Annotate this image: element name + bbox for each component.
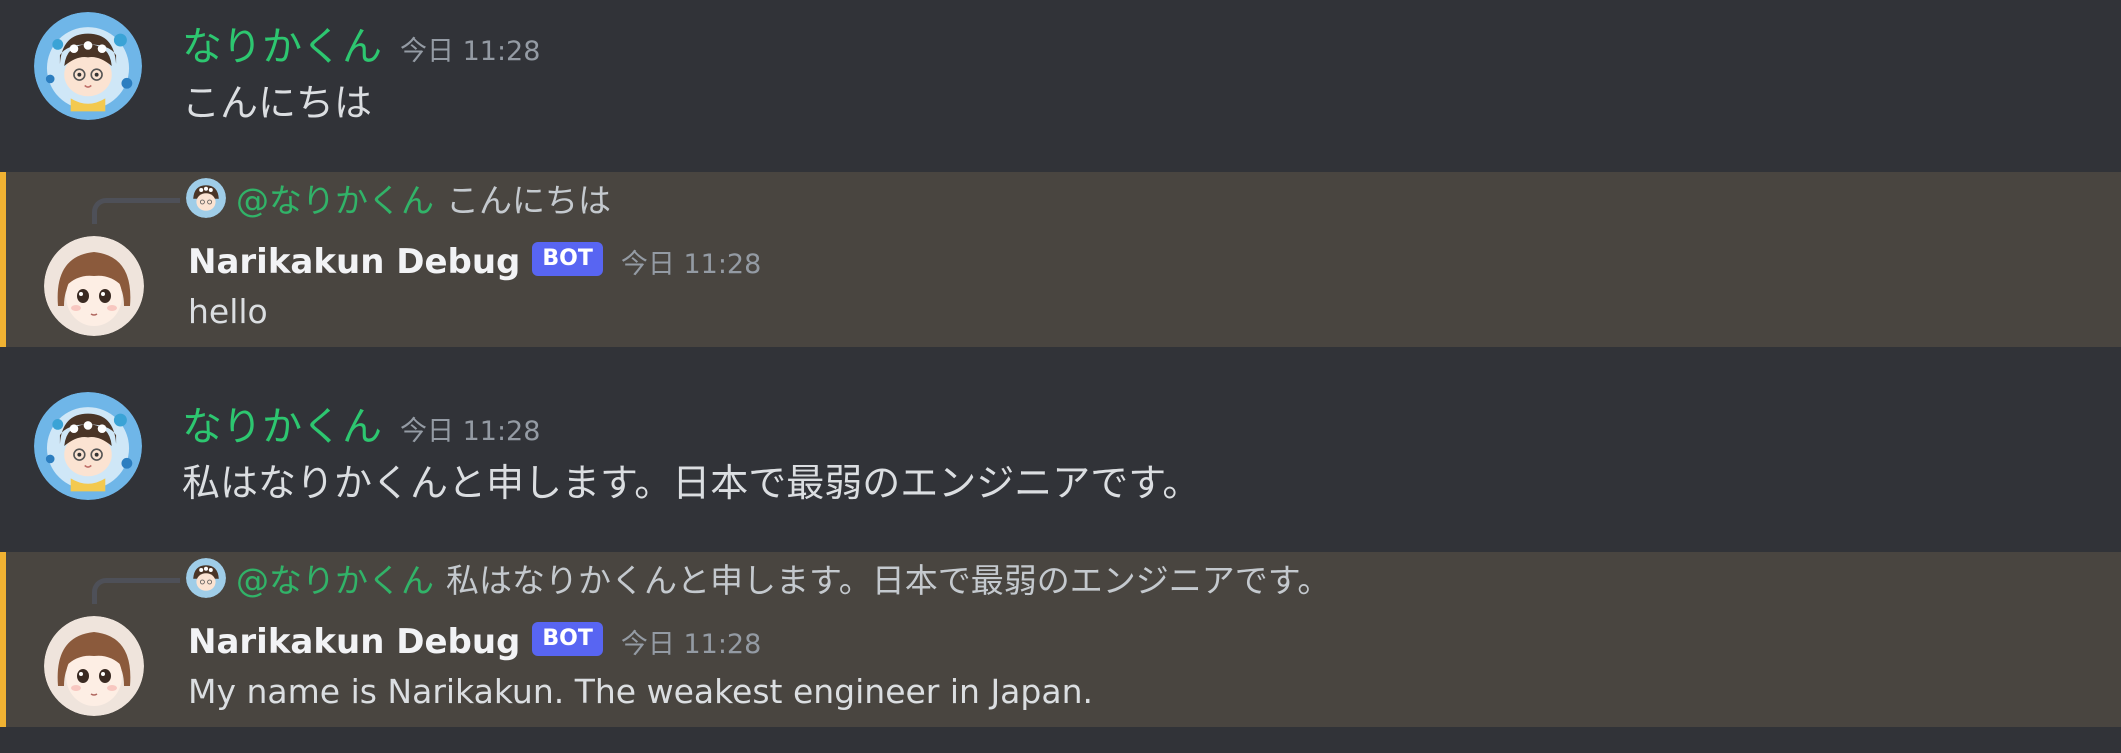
timestamp[interactable]: 今日 11:28: [621, 242, 761, 281]
message-content: 私はなりかくんと申します。日本で最弱のエンジニアです。: [182, 461, 1201, 505]
timestamp[interactable]: 今日 11:28: [400, 29, 540, 68]
reply-preview[interactable]: @なりかくん 私はなりかくんと申します。日本で最弱のエンジニアです。: [186, 556, 1330, 600]
message-content: hello: [188, 292, 268, 331]
reply-spine: [92, 198, 180, 224]
message-item: @なりかくん こんにちは Narikakun Debug BOT 今日 11:2…: [0, 172, 2121, 347]
bot-avatar[interactable]: [44, 236, 144, 336]
message-header: なりかくん 今日 11:28: [182, 394, 540, 452]
reply-avatar: [186, 558, 226, 598]
timestamp[interactable]: 今日 11:28: [621, 622, 761, 661]
username[interactable]: なりかくん: [182, 394, 382, 452]
bot-tag: BOT: [532, 622, 603, 656]
message-header: Narikakun Debug BOT 今日 11:28: [188, 242, 761, 284]
user-avatar[interactable]: [34, 392, 142, 500]
message-item: なりかくん 今日 11:28 私はなりかくんと申します。日本で最弱のエンジニアで…: [0, 380, 2121, 550]
reply-text[interactable]: こんにちは: [446, 174, 611, 222]
username[interactable]: Narikakun Debug: [188, 622, 520, 662]
username[interactable]: なりかくん: [182, 14, 382, 72]
reply-avatar: [186, 178, 226, 218]
reply-text[interactable]: 私はなりかくんと申します。日本で最弱のエンジニアです。: [446, 554, 1330, 602]
message-header: なりかくん 今日 11:28: [182, 14, 540, 72]
reply-mention[interactable]: @なりかくん: [236, 174, 434, 222]
username[interactable]: Narikakun Debug: [188, 242, 520, 282]
message-content: こんにちは: [182, 81, 373, 125]
reply-preview[interactable]: @なりかくん こんにちは: [186, 176, 611, 220]
message-header: Narikakun Debug BOT 今日 11:28: [188, 622, 761, 664]
timestamp[interactable]: 今日 11:28: [400, 409, 540, 448]
reply-mention[interactable]: @なりかくん: [236, 554, 434, 602]
message-item: @なりかくん 私はなりかくんと申します。日本で最弱のエンジニアです。 Narik…: [0, 552, 2121, 727]
message-item: なりかくん 今日 11:28 こんにちは: [0, 0, 2121, 170]
user-avatar[interactable]: [34, 12, 142, 120]
reply-spine: [92, 578, 180, 604]
bot-tag: BOT: [532, 242, 603, 276]
bot-avatar[interactable]: [44, 616, 144, 716]
message-content: My name is Narikakun. The weakest engine…: [188, 672, 1093, 711]
